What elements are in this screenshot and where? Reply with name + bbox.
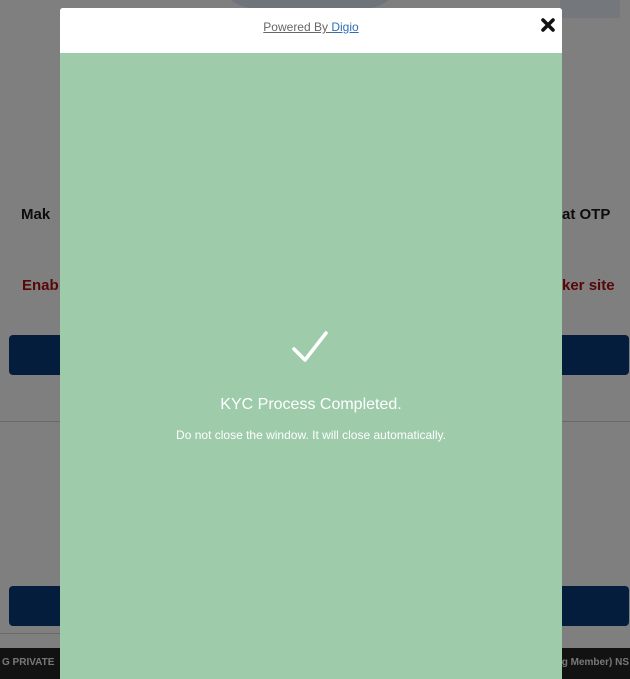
close-button[interactable] [539,16,557,34]
checkmark-icon [292,331,328,362]
status-title: KYC Process Completed. [220,396,402,413]
kyc-modal: Powered By Digio KYC Process Completed. … [60,8,562,679]
status-subtitle: Do not close the window. It will close a… [176,428,446,442]
modal-header: Powered By Digio [60,8,562,53]
close-icon [541,18,555,32]
powered-by-label: Powered By [263,20,332,34]
powered-by: Powered By Digio [60,20,562,34]
digio-link[interactable]: Digio [331,20,358,34]
modal-body: KYC Process Completed. Do not close the … [60,53,562,679]
